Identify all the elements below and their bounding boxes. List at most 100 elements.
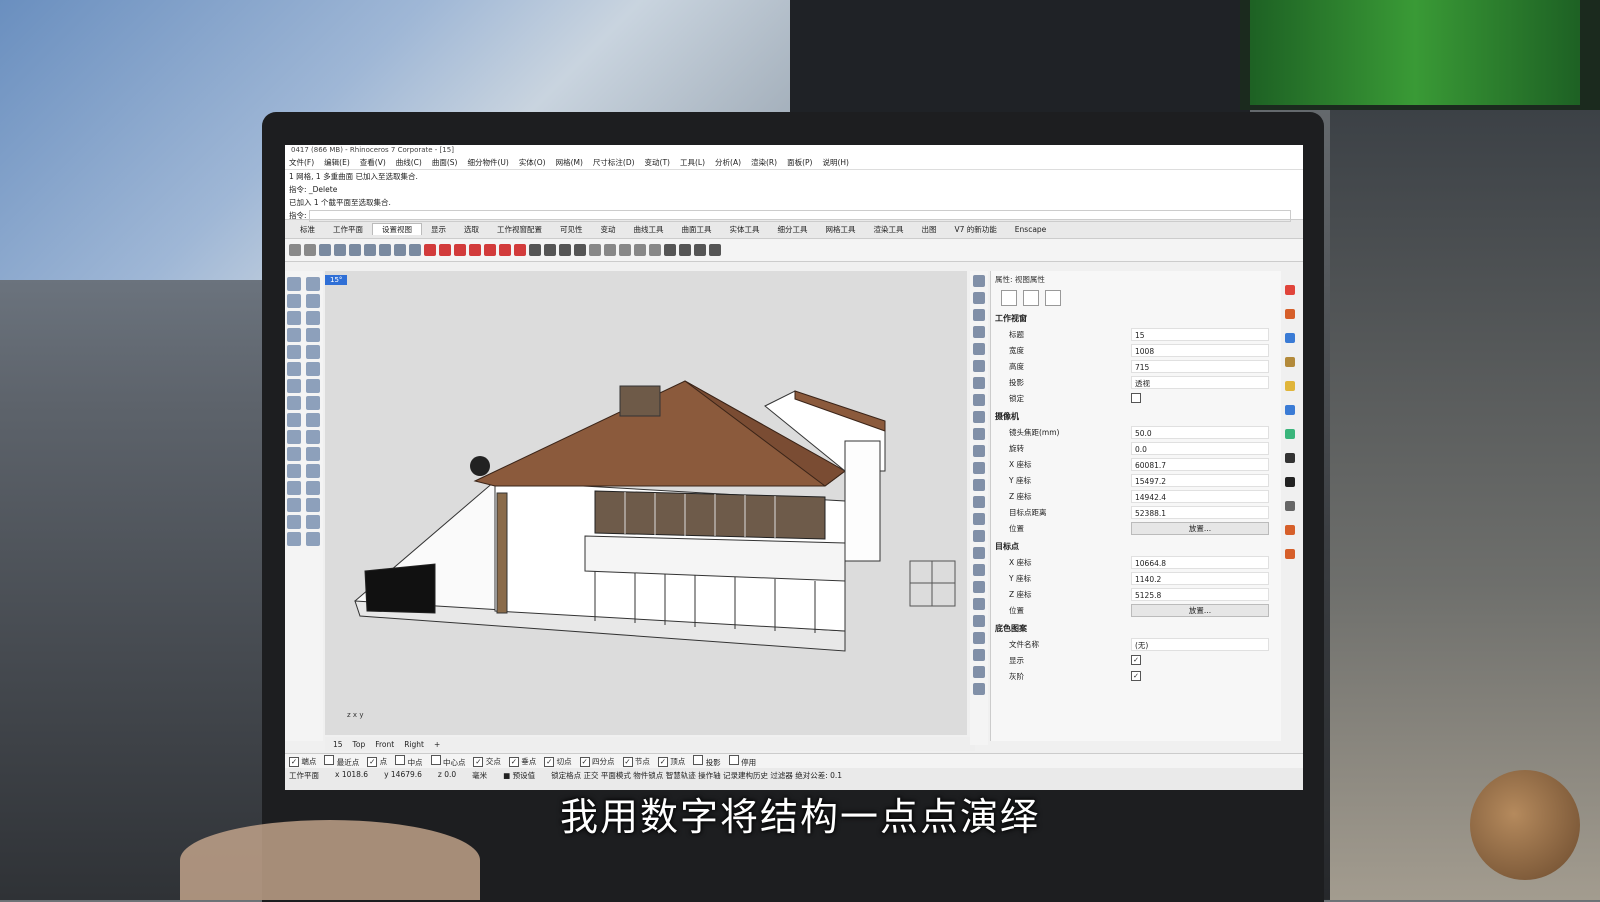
curve-icon[interactable] (306, 294, 320, 308)
scale-icon[interactable] (306, 498, 320, 512)
camera-props-icon[interactable] (1001, 290, 1017, 306)
tab-select[interactable]: 选取 (455, 224, 488, 235)
menu-surface[interactable]: 曲面(S) (432, 157, 458, 168)
chair-icon[interactable] (973, 343, 985, 355)
ellipse-icon[interactable] (287, 345, 301, 359)
camera-place-button[interactable]: 放置... (1131, 521, 1269, 535)
texture-icon[interactable] (1285, 357, 1295, 367)
explode-icon[interactable] (287, 413, 301, 427)
menu-edit[interactable]: 编辑(E) (324, 157, 350, 168)
tab-enscape[interactable]: Enscape (1006, 225, 1056, 234)
grid-panel-icon[interactable] (1285, 477, 1295, 487)
material-props-icon[interactable] (1023, 290, 1039, 306)
render-panel-icon[interactable] (1285, 549, 1295, 559)
person-icon-2[interactable] (973, 377, 985, 389)
zoom-selected-icon[interactable] (364, 244, 376, 256)
boolean-icon[interactable] (306, 396, 320, 410)
layers-icon[interactable] (1285, 405, 1295, 415)
camera-red-icon[interactable] (439, 244, 451, 256)
grayscale-checkbox[interactable]: ✓ (1131, 671, 1141, 681)
named-position-icon[interactable] (574, 244, 586, 256)
wall-icon[interactable] (973, 547, 985, 559)
menu-analyze[interactable]: 分析(A) (715, 157, 741, 168)
text-icon[interactable] (287, 464, 301, 478)
sphere-icon[interactable] (306, 379, 320, 393)
car-icon-4[interactable] (499, 244, 511, 256)
paint-icon[interactable] (973, 326, 985, 338)
sofa-icon[interactable] (973, 513, 985, 525)
viewport-tab-front[interactable]: Front (375, 740, 394, 749)
tab-standard[interactable]: 标准 (291, 224, 324, 235)
status-cplane[interactable]: 工作平面 (289, 770, 319, 781)
filename-value[interactable]: (无) (1131, 637, 1269, 651)
expand-icon[interactable] (973, 683, 985, 695)
osnap-end[interactable]: ✓ 端点 (289, 756, 316, 767)
join-icon[interactable] (306, 430, 320, 444)
print-icon[interactable] (559, 244, 571, 256)
arrow-icon[interactable] (973, 292, 985, 304)
tab-visibility[interactable]: 可见性 (551, 224, 592, 235)
menu-dimension[interactable]: 尺寸标注(D) (593, 157, 635, 168)
menu-tools[interactable]: 工具(L) (680, 157, 705, 168)
target-y-value[interactable]: 1140.2 (1131, 571, 1269, 585)
sphere-blue-icon[interactable] (973, 666, 985, 678)
osnap-tangent[interactable]: ✓ 切点 (544, 756, 572, 767)
tab-surface-tools[interactable]: 曲面工具 (673, 224, 721, 235)
menu-help[interactable]: 说明(H) (822, 157, 849, 168)
mesh-icon[interactable] (287, 396, 301, 410)
checkmark-icon[interactable] (973, 275, 985, 287)
zoom-extents-icon[interactable] (334, 244, 346, 256)
status-layer[interactable]: ■ 预设值 (503, 770, 535, 781)
height-value[interactable]: 715 (1131, 359, 1269, 373)
osnap-perp[interactable]: ✓ 垂点 (508, 756, 536, 767)
light-icon[interactable] (694, 244, 706, 256)
osnap-vertex[interactable]: ✓ 顶点 (657, 756, 685, 767)
window-icon[interactable] (973, 564, 985, 576)
select-icon[interactable] (287, 277, 301, 291)
target-x-value[interactable]: 10664.8 (1131, 555, 1269, 569)
menu-mesh[interactable]: 网格(M) (556, 157, 583, 168)
command-input[interactable] (308, 210, 1291, 222)
person-icon-1[interactable] (973, 360, 985, 372)
target-z-value[interactable]: 5125.8 (1131, 587, 1269, 601)
title-value[interactable]: 15 (1131, 327, 1269, 341)
bed-icon[interactable] (973, 496, 985, 508)
viewport-props-icon[interactable] (1045, 290, 1061, 306)
roof-icon[interactable] (973, 598, 985, 610)
car-icon-1[interactable] (454, 244, 466, 256)
cabinet-icon[interactable] (973, 479, 985, 491)
display-icon[interactable] (1285, 429, 1295, 439)
zoom-window-icon[interactable] (349, 244, 361, 256)
width-value[interactable]: 1008 (1131, 343, 1269, 357)
target-distance-value[interactable]: 52388.1 (1131, 505, 1269, 519)
osnap-center[interactable]: 中心点 (430, 754, 465, 768)
stair-icon[interactable] (973, 428, 985, 440)
lamp-icon[interactable] (973, 462, 985, 474)
trim-icon[interactable] (306, 413, 320, 427)
person-icon-3[interactable] (973, 394, 985, 406)
transform-icon[interactable] (287, 481, 301, 495)
status-modes[interactable]: 锁定格点 正交 平面模式 物件锁点 智慧轨迹 操作轴 记录建构历史 过滤器 绝对… (551, 770, 842, 781)
camera-x-value[interactable]: 60081.7 (1131, 457, 1269, 471)
sun-icon[interactable] (709, 244, 721, 256)
document-icon[interactable] (1285, 501, 1295, 511)
target-place-button[interactable]: 放置... (1131, 603, 1269, 617)
named-view-icon[interactable] (424, 244, 436, 256)
pan-icon[interactable] (289, 244, 301, 256)
move-icon[interactable] (619, 244, 631, 256)
menu-solid[interactable]: 实体(O) (519, 157, 546, 168)
tab-drafting[interactable]: 出图 (913, 224, 946, 235)
tab-transform[interactable]: 变动 (592, 224, 625, 235)
table-icon[interactable] (973, 445, 985, 457)
lens-value[interactable]: 50.0 (1131, 425, 1269, 439)
zoom-out-icon[interactable] (409, 244, 421, 256)
polyline-icon[interactable] (287, 294, 301, 308)
materials-icon[interactable] (1285, 309, 1295, 319)
menu-panels[interactable]: 面板(P) (787, 157, 812, 168)
align-icon[interactable] (634, 244, 646, 256)
split-icon[interactable] (287, 430, 301, 444)
undo-view-icon[interactable] (379, 244, 391, 256)
rotate-view-icon[interactable] (304, 244, 316, 256)
camera-icon[interactable] (529, 244, 541, 256)
tab-solid-tools[interactable]: 实体工具 (721, 224, 769, 235)
